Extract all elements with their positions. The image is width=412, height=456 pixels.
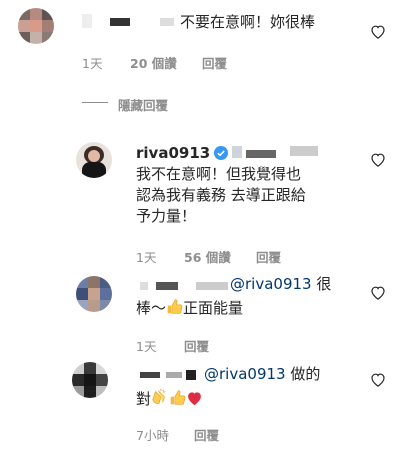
reply-button[interactable]: 回覆	[202, 53, 227, 72]
comment-time: 1天	[136, 250, 157, 265]
hide-replies-button[interactable]: 隱藏回覆	[118, 95, 168, 114]
like-count[interactable]: 20 個讚	[130, 53, 177, 72]
reply-button[interactable]: 回覆	[256, 247, 281, 266]
comment-text: @riva0913 做的 對	[136, 364, 366, 412]
redacted-username	[110, 18, 130, 26]
comment-time: 7小時	[136, 428, 169, 443]
riva-avatar[interactable]	[76, 142, 112, 178]
redacted-username	[160, 18, 174, 26]
comment-text: 我不在意啊！但我覺得也 認為我有義務 去導正跟給 予力量！	[136, 165, 306, 225]
like-count[interactable]: 56 個讚	[184, 247, 231, 266]
mention-link[interactable]: @riva0913	[230, 275, 312, 293]
thumbs-up-emoji	[169, 389, 186, 412]
username[interactable]: riva0913	[136, 144, 210, 162]
red-heart-emoji	[186, 390, 203, 412]
redacted-name	[290, 146, 318, 156]
comment-text: @riva0913 很 棒～ 正面能量	[136, 274, 366, 321]
reply-button[interactable]: 回覆	[194, 425, 219, 444]
comment-text: 不要在意啊！妳很棒	[180, 13, 316, 31]
commenter-avatar[interactable]	[18, 8, 54, 44]
reply-button[interactable]: 回覆	[184, 336, 209, 355]
username-row: riva0913	[136, 144, 229, 162]
mention-link[interactable]: @riva0913	[204, 365, 286, 383]
redacted-name	[246, 150, 276, 158]
heart-icon[interactable]	[370, 372, 386, 387]
clapping-hands-emoji	[151, 388, 169, 412]
redacted-name	[232, 146, 242, 158]
thumbs-up-emoji	[166, 298, 183, 321]
comment-time: 1天	[82, 56, 103, 71]
comment-time: 1天	[136, 339, 157, 354]
replies-divider-line	[82, 102, 108, 103]
heart-icon[interactable]	[370, 152, 386, 167]
redacted-username	[82, 14, 92, 28]
heart-icon[interactable]	[370, 24, 386, 39]
commenter-avatar[interactable]	[76, 276, 112, 312]
commenter-avatar[interactable]	[72, 362, 108, 398]
verified-badge-icon	[214, 146, 229, 160]
heart-icon[interactable]	[370, 285, 386, 300]
